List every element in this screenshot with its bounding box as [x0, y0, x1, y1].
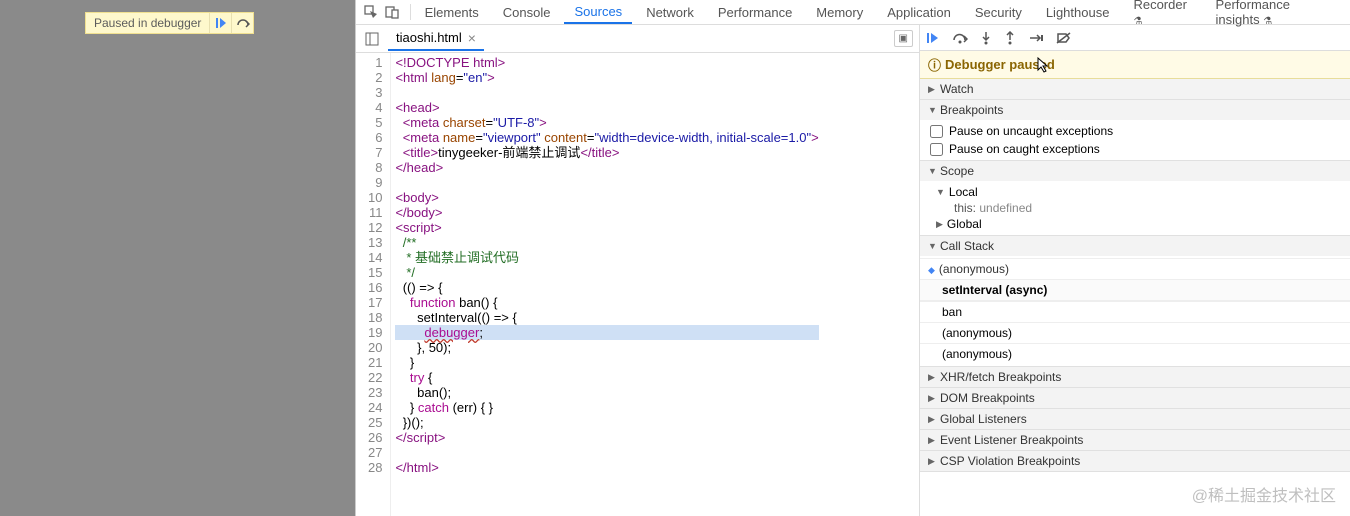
line-gutter: 1234567891011121314151617181920212223242…	[356, 53, 391, 516]
tab-network[interactable]: Network	[636, 2, 704, 23]
inspect-element-icon[interactable]	[362, 2, 380, 22]
file-tab-tiaoshi[interactable]: tiaoshi.html ×	[388, 27, 484, 51]
stack-frame[interactable]: (anonymous)	[920, 343, 1350, 364]
step-over-icon[interactable]	[952, 31, 968, 45]
watch-header[interactable]: ▶Watch	[920, 79, 1350, 99]
pause-uncaught-checkbox[interactable]: Pause on uncaught exceptions	[920, 122, 1350, 140]
breakpoints-section: ▼Breakpoints Pause on uncaught exception…	[920, 100, 1350, 161]
watch-section: ▶Watch	[920, 79, 1350, 100]
resume-button[interactable]	[209, 13, 231, 33]
code-content[interactable]: <!DOCTYPE html><html lang="en"> <head> <…	[391, 53, 818, 516]
sources-editor-pane: tiaoshi.html × ▣ 12345678910111213141516…	[356, 25, 920, 516]
step-icon[interactable]	[1028, 31, 1044, 45]
debugger-pane: ⓘ Debugger paused ▶Watch ▼Breakpoints Pa…	[920, 25, 1350, 516]
paused-in-debugger-badge: Paused in debugger	[85, 12, 254, 34]
info-icon: ⓘ	[928, 55, 941, 74]
scope-section: ▼Scope ▼Local this: undefined ▶Global	[920, 161, 1350, 236]
scope-local[interactable]: ▼Local	[920, 183, 1350, 201]
file-tab-label: tiaoshi.html	[396, 30, 462, 45]
scope-this: this: undefined	[920, 201, 1350, 215]
scope-global[interactable]: ▶Global	[920, 215, 1350, 233]
tab-performance[interactable]: Performance	[708, 2, 802, 23]
global-listeners-section: ▶Global Listeners	[920, 409, 1350, 430]
step-into-icon[interactable]	[980, 31, 992, 45]
debugger-toolbar	[920, 25, 1350, 51]
debugger-paused-message: ⓘ Debugger paused	[920, 51, 1350, 79]
devtools-panel: Elements Console Sources Network Perform…	[355, 0, 1350, 516]
pause-caught-checkbox[interactable]: Pause on caught exceptions	[920, 140, 1350, 158]
resume-icon[interactable]	[926, 31, 940, 45]
more-tabs-button[interactable]: ▣	[894, 30, 913, 47]
tab-memory[interactable]: Memory	[806, 2, 873, 23]
deactivate-breakpoints-icon[interactable]	[1056, 31, 1072, 45]
stack-frame[interactable]: (anonymous)	[920, 322, 1350, 343]
step-out-icon[interactable]	[1004, 31, 1016, 45]
paused-badge-text: Paused in debugger	[86, 14, 209, 32]
dom-breakpoints-section: ▶DOM Breakpoints	[920, 388, 1350, 409]
stack-frame-current[interactable]: (anonymous)	[920, 258, 1350, 279]
scope-header[interactable]: ▼Scope	[920, 161, 1350, 181]
tab-elements[interactable]: Elements	[415, 2, 489, 23]
file-tab-bar: tiaoshi.html × ▣	[356, 25, 919, 53]
navigator-toggle-icon[interactable]	[362, 29, 382, 49]
stack-async-boundary: setInterval (async)	[920, 279, 1350, 301]
call-stack-header[interactable]: ▼Call Stack	[920, 236, 1350, 256]
xhr-breakpoints-section: ▶XHR/fetch Breakpoints	[920, 367, 1350, 388]
tab-lighthouse[interactable]: Lighthouse	[1036, 2, 1120, 23]
call-stack-section: ▼Call Stack (anonymous) setInterval (asy…	[920, 236, 1350, 367]
close-icon[interactable]: ×	[468, 30, 476, 46]
stack-frame[interactable]: ban	[920, 301, 1350, 322]
tab-console[interactable]: Console	[493, 2, 561, 23]
tab-application[interactable]: Application	[877, 2, 961, 23]
event-listener-breakpoints-section: ▶Event Listener Breakpoints	[920, 430, 1350, 451]
divider	[405, 4, 410, 20]
breakpoints-header[interactable]: ▼Breakpoints	[920, 100, 1350, 120]
tab-security[interactable]: Security	[965, 2, 1032, 23]
cursor-icon	[1036, 57, 1050, 73]
csp-breakpoints-section: ▶CSP Violation Breakpoints	[920, 451, 1350, 472]
device-toolbar-icon[interactable]	[384, 2, 402, 22]
devtools-tab-bar: Elements Console Sources Network Perform…	[356, 0, 1350, 25]
watermark: @稀土掘金技术社区	[1192, 482, 1336, 506]
code-editor[interactable]: 1234567891011121314151617181920212223242…	[356, 53, 919, 516]
step-over-button[interactable]	[231, 13, 253, 33]
tab-sources[interactable]: Sources	[564, 1, 632, 24]
